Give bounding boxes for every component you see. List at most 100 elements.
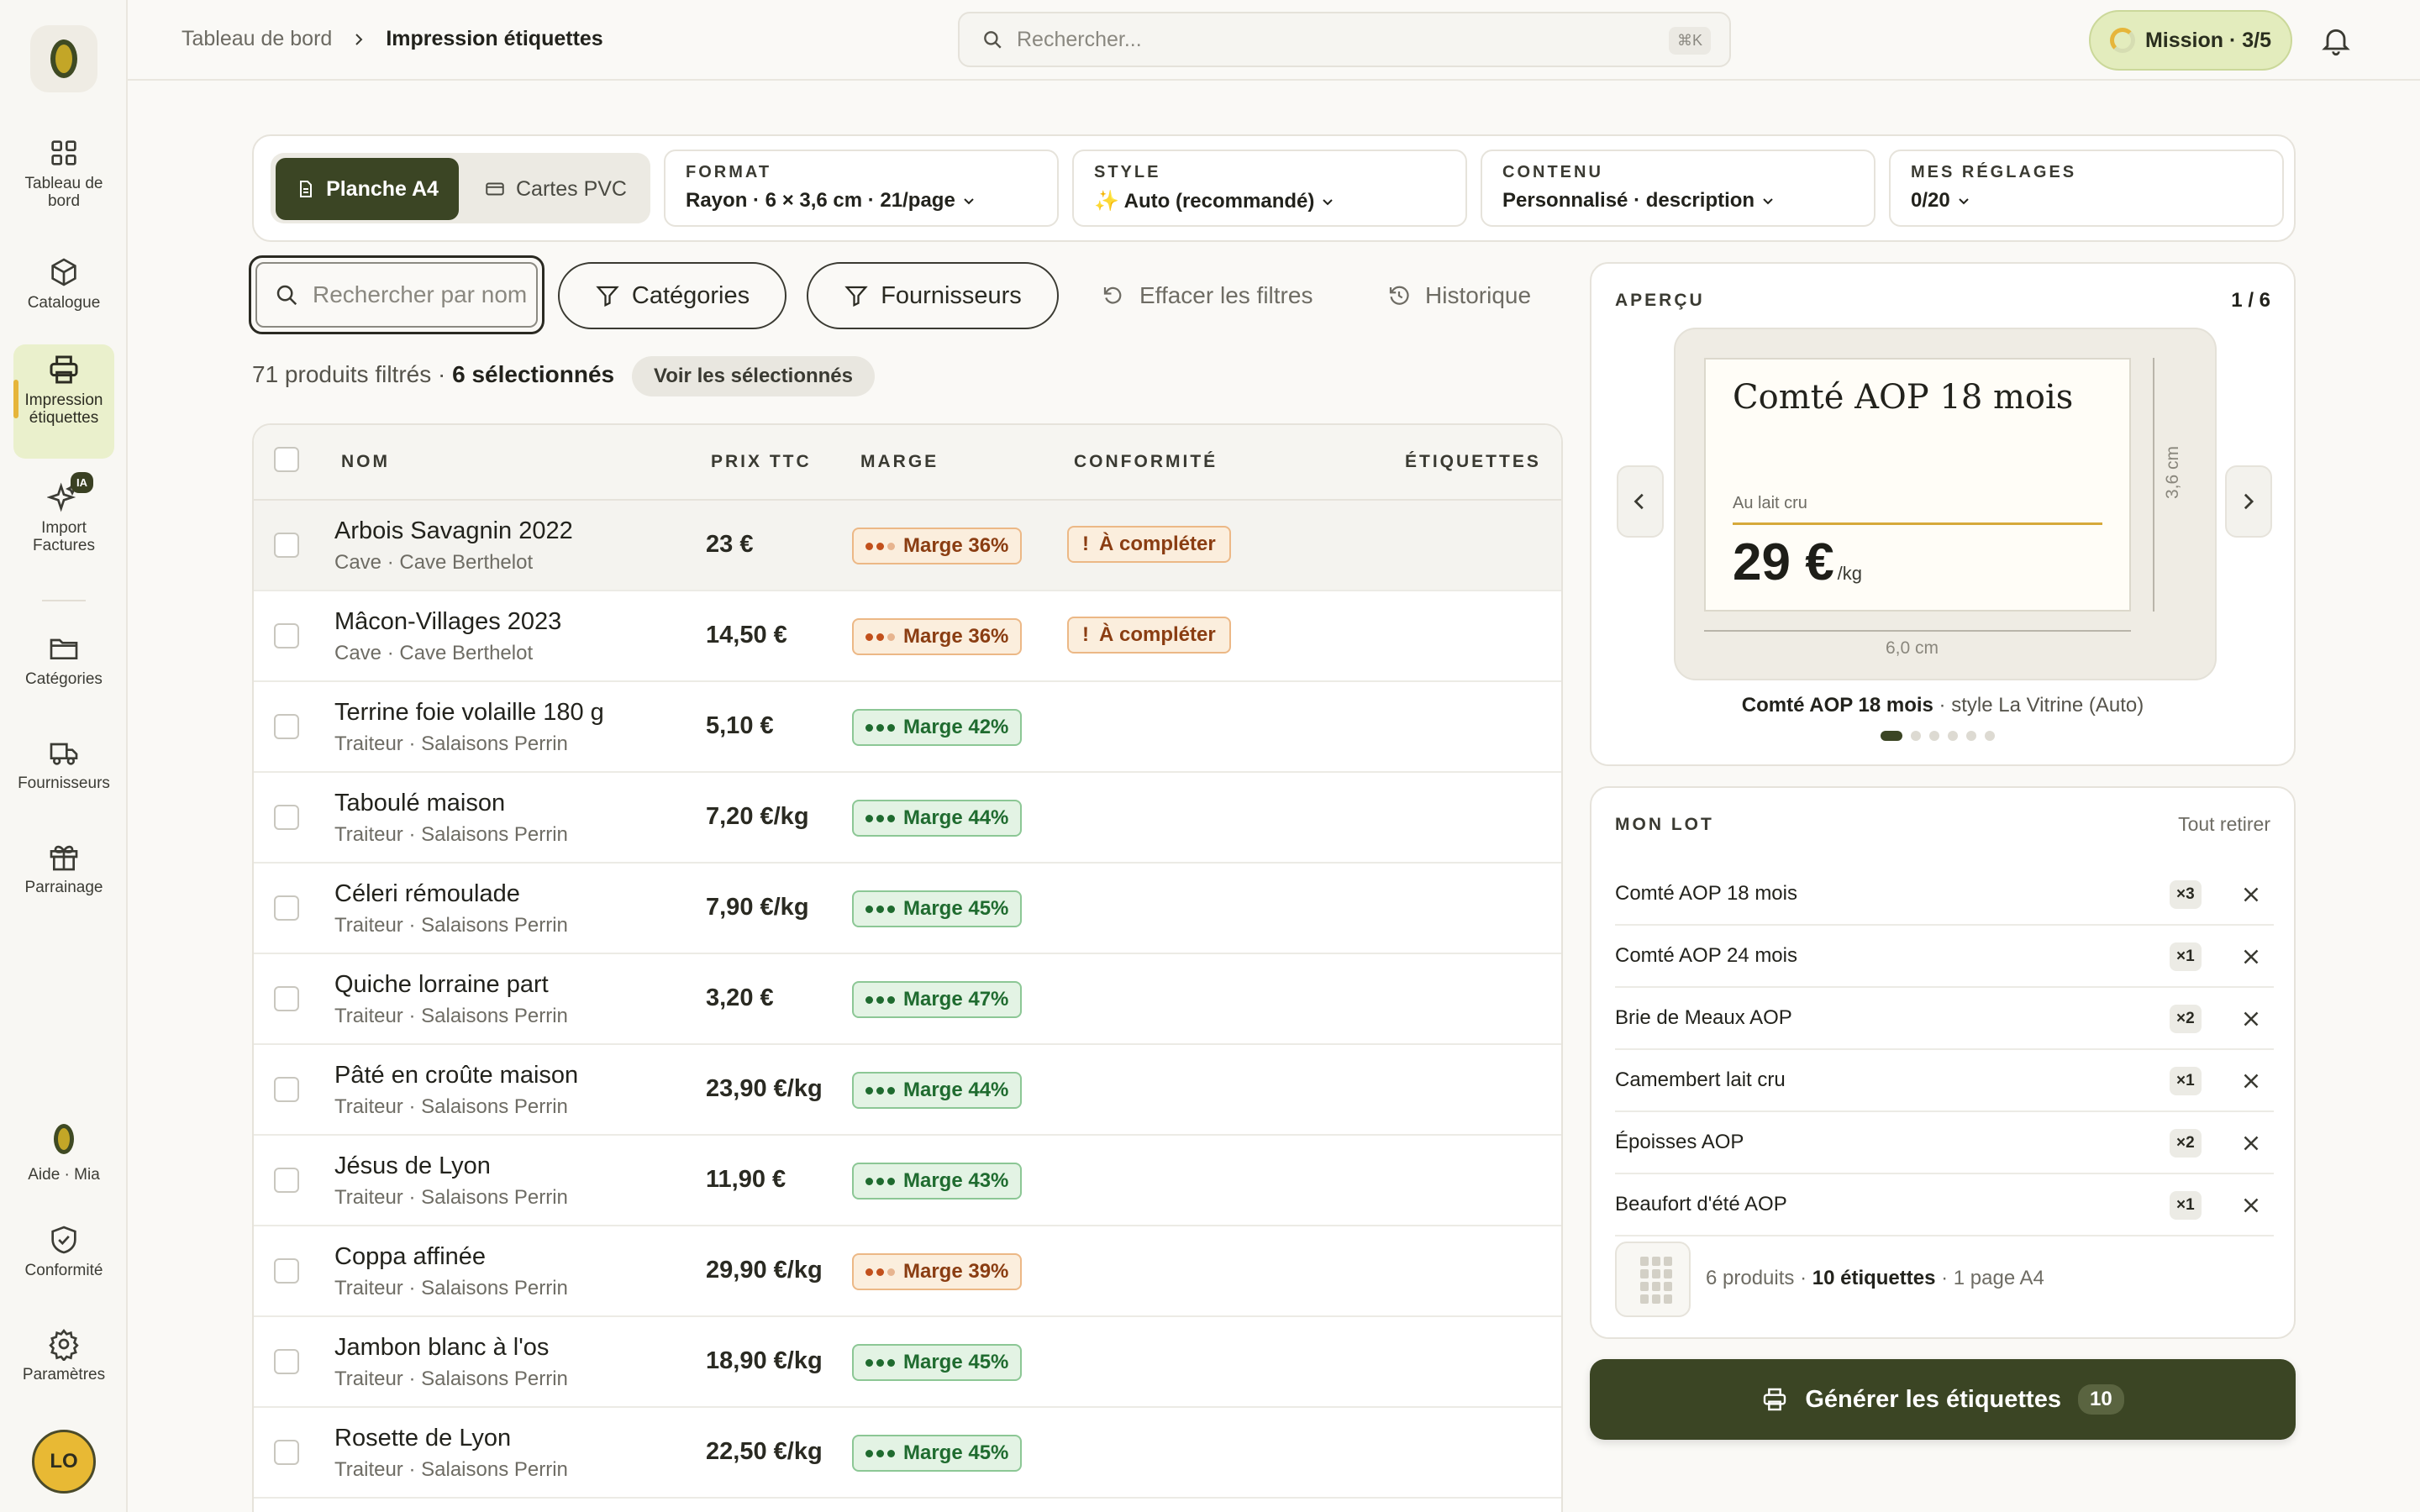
sidebar-item-label: Conformité bbox=[24, 1262, 103, 1279]
preview-prev-button[interactable] bbox=[1617, 465, 1664, 538]
mes-reglages-dropdown[interactable]: MES RÉGLAGES 0/20 bbox=[1889, 150, 2284, 227]
sidebar-item-label: Fournisseurs bbox=[18, 774, 110, 792]
gift-icon bbox=[50, 845, 78, 871]
row-checkbox[interactable] bbox=[274, 714, 299, 739]
margin-dots-icon bbox=[865, 1177, 895, 1185]
sidebar-item-aide[interactable]: Aide · Mia bbox=[13, 1110, 114, 1184]
row-checkbox[interactable] bbox=[274, 986, 299, 1011]
preview-next-button[interactable] bbox=[2225, 465, 2272, 538]
label-preview-stage: Comté AOP 18 mois Au lait cru 29 €/kg 3,… bbox=[1674, 328, 2217, 680]
mode-cartes-pvc-button[interactable]: Cartes PVC bbox=[466, 158, 645, 220]
close-icon[interactable] bbox=[2238, 944, 2264, 969]
format-dropdown[interactable]: FORMAT Rayon · 6 × 3,6 cm · 21/page bbox=[664, 150, 1059, 227]
summary-labels: 10 étiquettes bbox=[1812, 1267, 1936, 1289]
compliance-badge[interactable]: ! À compléter bbox=[1067, 617, 1231, 654]
table-row[interactable]: Coppa affinée Traiteur · Salaisons Perrin… bbox=[254, 1226, 1561, 1317]
mode-label: Cartes PVC bbox=[516, 176, 627, 201]
table-row[interactable]: Terrine foie volaille 180 g Traiteur · Sa… bbox=[254, 682, 1561, 773]
row-checkbox[interactable] bbox=[274, 1258, 299, 1284]
table-row[interactable]: Mâcon-Villages 2023 Cave · Cave Berthelot… bbox=[254, 591, 1561, 682]
margin-badge: Marge 45% bbox=[852, 890, 1023, 927]
sidebar-item-impression[interactable]: Impression étiquettes bbox=[13, 344, 114, 459]
batch-item-quantity[interactable]: ×3 bbox=[2170, 880, 2202, 909]
compliance-badge[interactable]: ! À compléter bbox=[1067, 526, 1231, 563]
row-checkbox[interactable] bbox=[274, 1168, 299, 1193]
app-logo[interactable] bbox=[30, 25, 97, 92]
sidebar-item-conformite[interactable]: Conformité bbox=[13, 1215, 114, 1279]
close-icon[interactable] bbox=[2238, 1131, 2264, 1156]
batch-item-name: Beaufort d'été AOP bbox=[1615, 1193, 1787, 1215]
sidebar-item-label: Tableau de bord bbox=[24, 175, 103, 210]
sidebar-item-import[interactable]: IA Import Factures bbox=[13, 472, 114, 554]
table-row[interactable]: Jambon blanc à l'os Traiteur · Salaisons … bbox=[254, 1317, 1561, 1408]
row-checkbox[interactable] bbox=[274, 1077, 299, 1102]
margin-dots-icon bbox=[865, 542, 895, 550]
close-icon[interactable] bbox=[2238, 1006, 2264, 1032]
chevron-right-icon bbox=[2244, 493, 2254, 510]
row-checkbox[interactable] bbox=[274, 533, 299, 558]
row-checkbox[interactable] bbox=[274, 805, 299, 830]
close-icon[interactable] bbox=[2238, 882, 2264, 907]
card-icon bbox=[486, 182, 504, 196]
close-icon[interactable] bbox=[2238, 1193, 2264, 1218]
batch-item-quantity[interactable]: ×1 bbox=[2170, 942, 2202, 971]
dropdown-label: FORMAT bbox=[686, 163, 772, 181]
clear-filters-button[interactable]: Effacer les filtres bbox=[1101, 272, 1313, 319]
column-header-etiquettes[interactable]: ÉTIQUETTES bbox=[1405, 452, 1541, 472]
dimension-width: 6,0 cm bbox=[1886, 638, 1939, 658]
style-dropdown[interactable]: STYLE ✨ Auto (recommandé) bbox=[1072, 150, 1467, 227]
generate-labels-button[interactable]: Générer les étiquettes 10 bbox=[1590, 1359, 2296, 1440]
row-checkbox[interactable] bbox=[274, 1440, 299, 1465]
global-search-input[interactable]: Rechercher... ⌘K bbox=[958, 12, 1731, 67]
close-icon[interactable] bbox=[2238, 1068, 2264, 1094]
mission-button[interactable]: Mission · 3/5 bbox=[2089, 10, 2292, 71]
product-price: 3,20 € bbox=[706, 984, 774, 1011]
avatar[interactable]: LO bbox=[32, 1430, 96, 1494]
margin-badge: Marge 39% bbox=[852, 1253, 1023, 1290]
table-row[interactable]: Céleri rémoulade Traiteur · Salaisons Per… bbox=[254, 864, 1561, 954]
margin-label: Marge 39% bbox=[903, 1260, 1009, 1283]
view-selected-button[interactable]: Voir les sélectionnés bbox=[632, 356, 875, 396]
table-row[interactable]: Rosette de Lyon Traiteur · Salaisons Perr… bbox=[254, 1408, 1561, 1499]
sidebar-item-parametres[interactable]: Paramètres bbox=[13, 1319, 114, 1383]
mode-planche-a4-button[interactable]: Planche A4 bbox=[276, 158, 459, 220]
table-row[interactable]: Quiche lorraine part Traiteur · Salaisons… bbox=[254, 954, 1561, 1045]
table-row[interactable]: Arbois Savagnin 2022 Cave · Cave Berthelo… bbox=[254, 501, 1561, 591]
mode-switch: Planche A4 Cartes PVC bbox=[271, 153, 650, 223]
row-checkbox[interactable] bbox=[274, 1349, 299, 1374]
column-header-nom[interactable]: NOM bbox=[341, 452, 390, 472]
sidebar-item-catalogue[interactable]: Catalogue bbox=[13, 247, 114, 312]
history-button[interactable]: Historique bbox=[1386, 272, 1531, 319]
batch-item-quantity[interactable]: ×1 bbox=[2170, 1191, 2202, 1220]
filter-label: Catégories bbox=[631, 281, 750, 309]
select-all-checkbox[interactable] bbox=[274, 447, 299, 472]
caption-style: · style La Vitrine (Auto) bbox=[1933, 694, 2144, 717]
preview-pagination-dots[interactable] bbox=[1881, 731, 1995, 741]
contenu-dropdown[interactable]: CONTENU Personnalisé · description bbox=[1481, 150, 1876, 227]
table-row[interactable]: Pâté en croûte maison Traiteur · Salaison… bbox=[254, 1045, 1561, 1136]
row-checkbox[interactable] bbox=[274, 895, 299, 921]
preview-title: APERÇU bbox=[1615, 291, 1705, 310]
batch-item-quantity[interactable]: ×2 bbox=[2170, 1005, 2202, 1033]
sidebar-item-dashboard[interactable]: Tableau de bord bbox=[13, 128, 114, 210]
sidebar-item-fournisseurs[interactable]: Fournisseurs bbox=[13, 727, 114, 792]
table-row[interactable]: Jésus de Lyon Traiteur · Salaisons Perrin… bbox=[254, 1136, 1561, 1226]
dimension-horizontal-line bbox=[1704, 630, 2131, 632]
column-header-prix[interactable]: PRIX TTC bbox=[711, 452, 812, 472]
row-checkbox[interactable] bbox=[274, 623, 299, 648]
sidebar-item-categories[interactable]: Catégories bbox=[13, 623, 114, 688]
bell-icon[interactable] bbox=[2319, 24, 2353, 57]
chevron-down-icon bbox=[1323, 198, 1334, 205]
fournisseurs-filter-button[interactable]: Fournisseurs bbox=[807, 262, 1059, 329]
breadcrumb-parent[interactable]: Tableau de bord bbox=[182, 27, 332, 51]
sidebar-item-parrainage[interactable]: Parrainage bbox=[13, 832, 114, 896]
batch-item-quantity[interactable]: ×1 bbox=[2170, 1067, 2202, 1095]
chevron-down-icon bbox=[964, 198, 974, 205]
remove-all-button[interactable]: Tout retirer bbox=[2178, 813, 2270, 836]
batch-item-quantity[interactable]: ×2 bbox=[2170, 1129, 2202, 1158]
column-header-marge[interactable]: MARGE bbox=[860, 452, 939, 472]
table-row[interactable]: Taboulé maison Traiteur · Salaisons Perri… bbox=[254, 773, 1561, 864]
product-search-input[interactable]: Rechercher par nom bbox=[249, 255, 544, 334]
categories-filter-button[interactable]: Catégories bbox=[558, 262, 786, 329]
column-header-conformite[interactable]: CONFORMITÉ bbox=[1074, 452, 1218, 472]
